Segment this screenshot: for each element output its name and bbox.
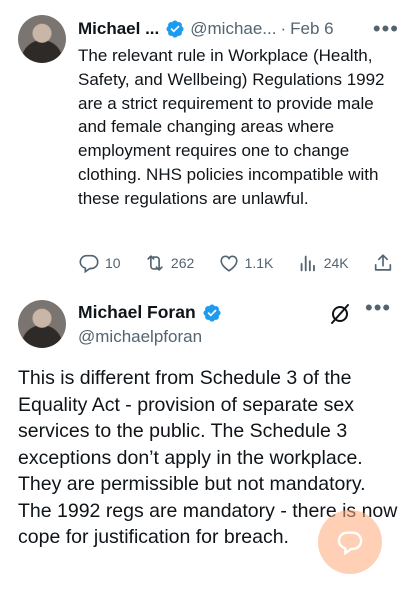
grok-icon[interactable] [328, 302, 352, 326]
tweet-parent[interactable]: Michael ... @michae... · Feb 6 ••• The r… [0, 0, 407, 285]
author-handle[interactable]: @michaelpforan [78, 327, 202, 347]
verified-badge-icon [166, 20, 184, 38]
repost-icon [147, 255, 163, 271]
views-button[interactable]: 24K [297, 252, 349, 274]
action-bar: 10 262 1.1K 24K [78, 250, 394, 276]
like-button[interactable]: 1.1K [218, 252, 274, 274]
reply-icon [79, 254, 99, 274]
reply-button[interactable]: 10 [78, 252, 121, 274]
avatar[interactable] [18, 300, 66, 348]
share-button[interactable] [372, 252, 394, 274]
tweet-header: Michael ... @michae... · Feb 6 ••• [78, 17, 399, 41]
reply-count: 10 [105, 255, 121, 271]
avatar[interactable] [18, 15, 66, 63]
author-name-row: Michael Foran [78, 302, 227, 323]
author-handle[interactable]: @michae... [190, 19, 276, 39]
tweet-text: The relevant rule in Workplace (Health, … [78, 46, 385, 208]
like-count: 1.1K [244, 255, 274, 271]
views-icon [300, 255, 315, 272]
chat-bubble-icon [337, 531, 363, 556]
more-icon[interactable]: ••• [365, 297, 391, 319]
author-name[interactable]: Michael ... [78, 19, 159, 39]
heart-icon [219, 255, 238, 272]
verified-badge-icon [203, 303, 221, 322]
author-name[interactable]: Michael Foran [78, 302, 196, 323]
share-icon [374, 254, 392, 271]
views-count: 24K [323, 255, 349, 271]
timestamp[interactable]: Feb 6 [290, 19, 333, 39]
separator-dot: · [280, 19, 287, 38]
repost-count: 262 [170, 255, 195, 271]
compose-reply-fab[interactable] [318, 510, 382, 574]
repost-button[interactable]: 262 [144, 252, 194, 274]
more-icon[interactable]: ••• [373, 18, 399, 40]
